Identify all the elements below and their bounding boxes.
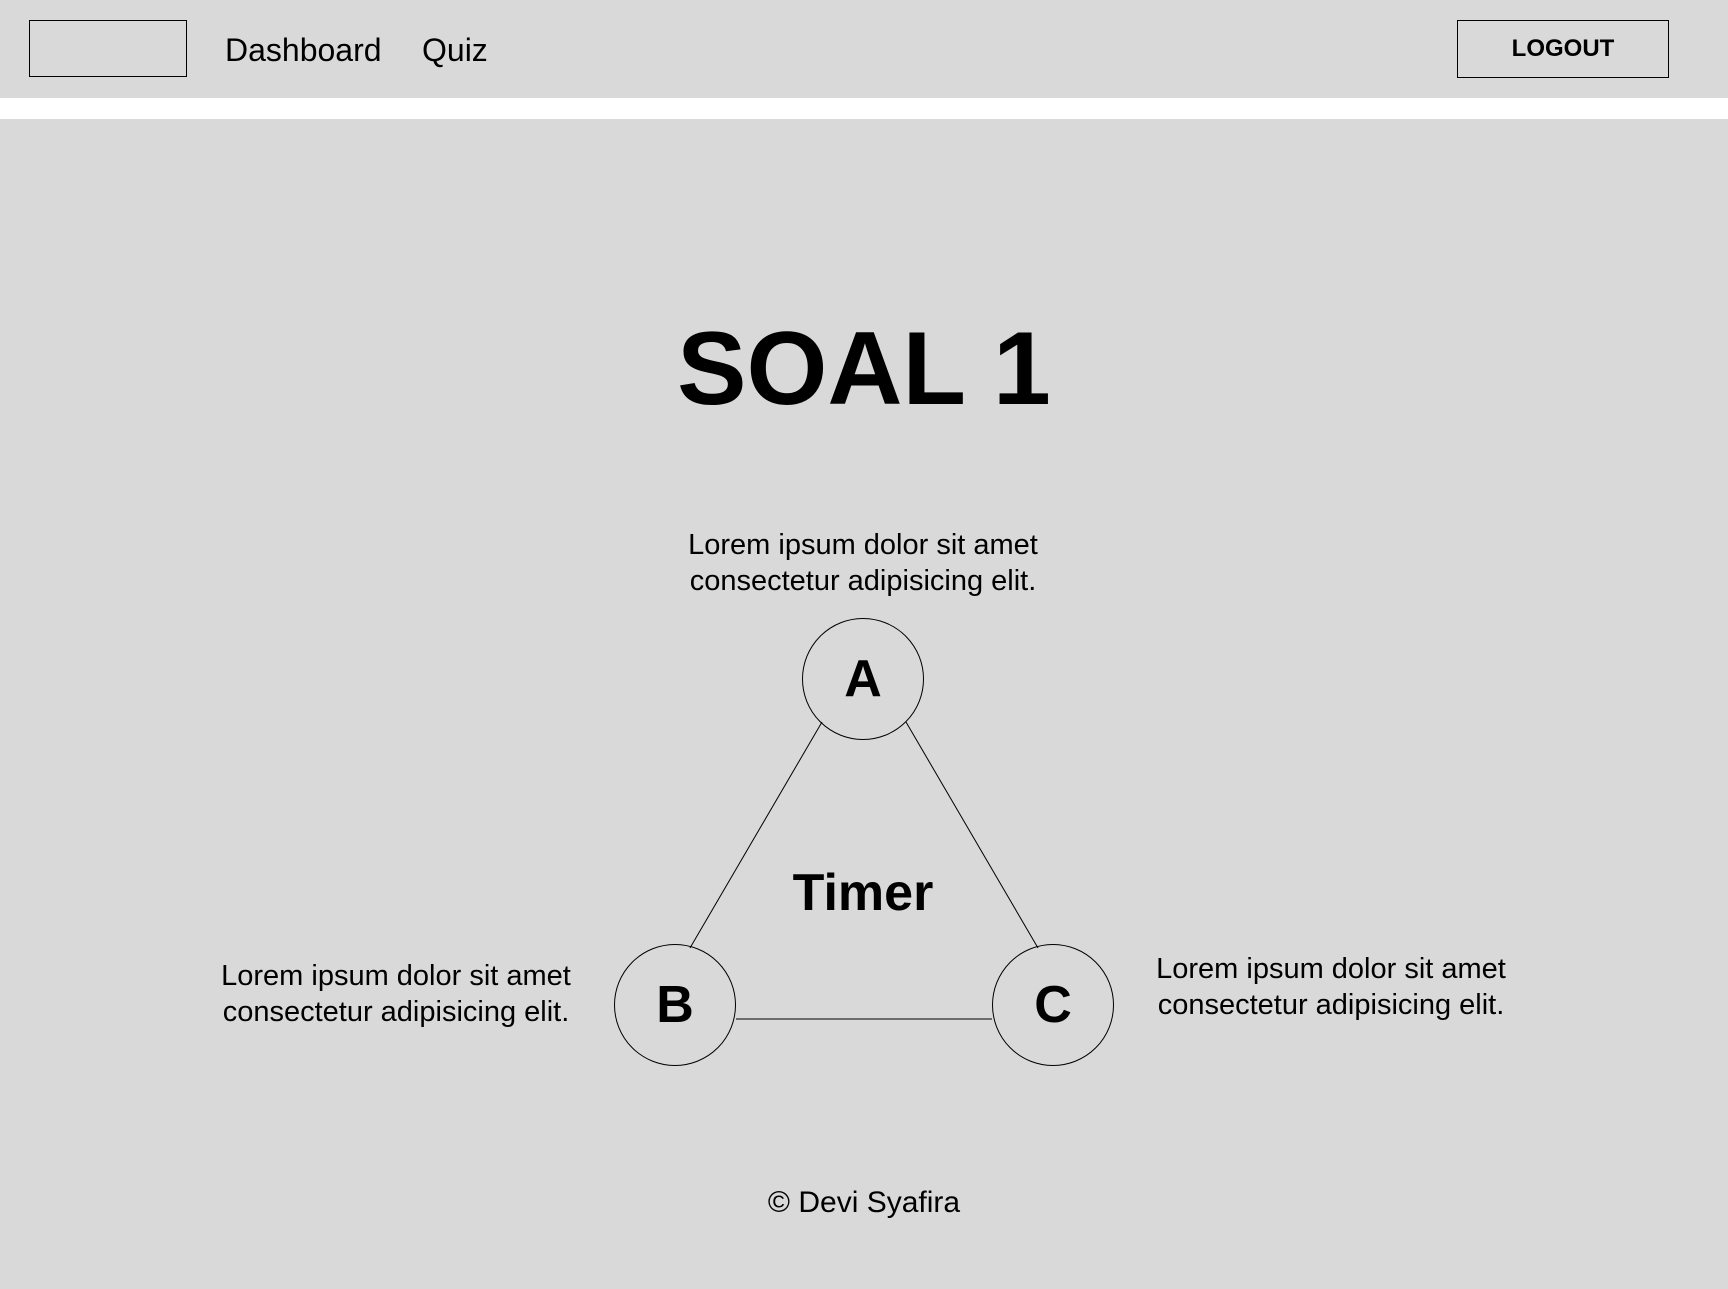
footer-copyright: © Devi Syafira	[767, 1186, 961, 1219]
option-b-text: Lorem ipsum dolor sit amet consectetur a…	[221, 960, 571, 1028]
top-navbar: Dashboard Quiz LOGOUT	[0, 0, 1728, 98]
nav-link-quiz[interactable]: Quiz	[422, 30, 488, 70]
option-b-button[interactable]: B	[614, 944, 736, 1066]
logout-button[interactable]: LOGOUT	[1457, 20, 1669, 78]
quiz-content: SOAL 1 Lorem ipsum dolor sit amet consec…	[0, 119, 1728, 1289]
option-c-text: Lorem ipsum dolor sit amet consectetur a…	[1156, 953, 1506, 1021]
option-c-button[interactable]: C	[992, 944, 1114, 1066]
logo-placeholder[interactable]	[29, 20, 187, 77]
timer-label: Timer	[792, 864, 934, 922]
option-a-button[interactable]: A	[802, 618, 924, 740]
nav-link-dashboard[interactable]: Dashboard	[225, 30, 382, 70]
option-a-text: Lorem ipsum dolor sit amet consectetur a…	[688, 529, 1038, 597]
